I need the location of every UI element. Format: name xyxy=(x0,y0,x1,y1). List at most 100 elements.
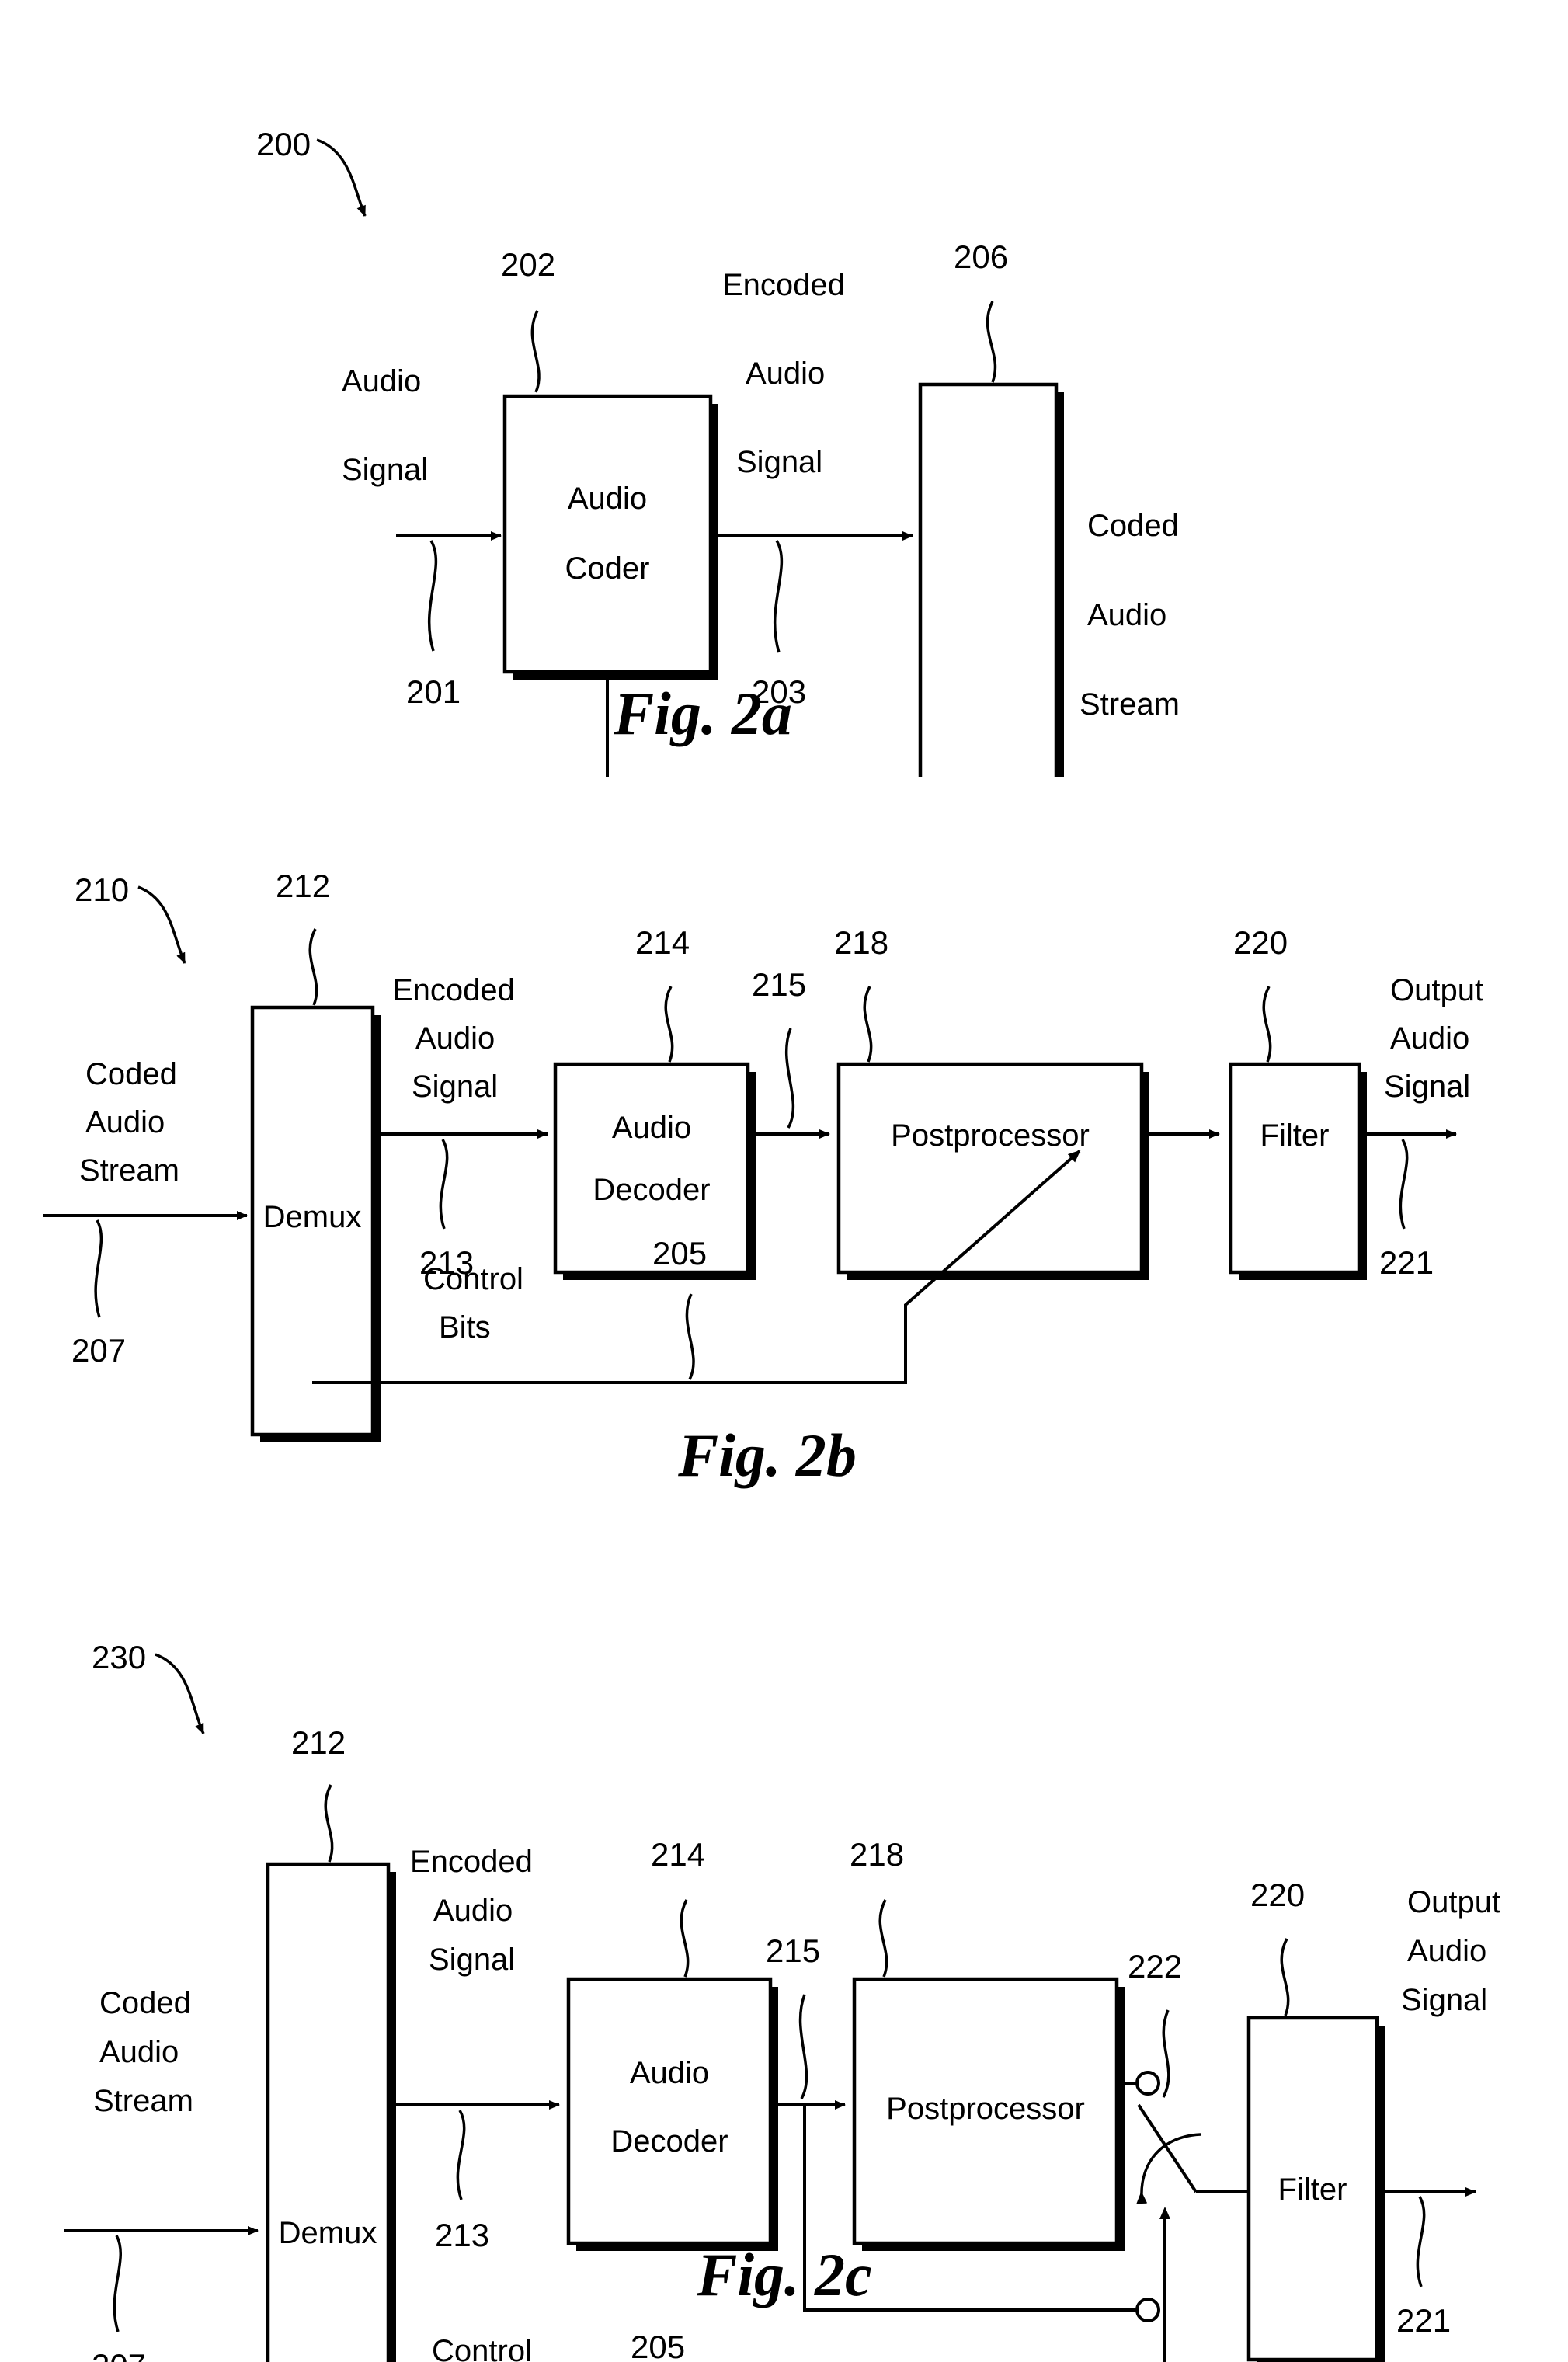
ref-207: 207 xyxy=(92,2347,146,2362)
ref-221-leader xyxy=(1416,2196,1426,2287)
filter-label: Filter xyxy=(1278,2172,1347,2207)
ref-212: 212 xyxy=(291,1724,346,1761)
switch-toggle-arc xyxy=(1136,2133,1201,2204)
ref-220-leader xyxy=(1280,1938,1290,2016)
ref-221: 221 xyxy=(1379,1244,1434,1281)
ref-205: 205 xyxy=(652,1235,707,1271)
ref-201: 201 xyxy=(406,673,461,710)
signal-label-encoded-line2: Audio xyxy=(746,357,825,391)
signal-label-output-line2: Audio xyxy=(1390,1021,1469,1056)
ref-213-leader xyxy=(439,1139,449,1230)
ref-222-leader xyxy=(1162,2009,1170,2098)
ref-212-leader xyxy=(324,1784,334,1863)
ref-215-leader xyxy=(784,1028,795,1129)
postprocessor-box[interactable] xyxy=(836,1062,1144,1275)
mux-label: Mux xyxy=(958,773,1017,777)
signal-label-coded-stream-line2: Audio xyxy=(85,1105,165,1139)
audio-decoder-label-line2: Decoder xyxy=(593,1173,710,1207)
signal-label-encoded-line3: Signal xyxy=(429,1943,515,1977)
ref-220: 220 xyxy=(1233,924,1288,961)
ref-214-leader xyxy=(680,1899,690,1978)
signal-label-output-line2: Audio xyxy=(1407,1934,1486,1968)
ref-218: 218 xyxy=(834,924,888,961)
ref-215: 215 xyxy=(752,966,806,1003)
signal-label-audio-signal-line2: Signal xyxy=(342,453,428,487)
signal-label-coded-stream-line3: Stream xyxy=(79,1153,179,1188)
mux-box[interactable] xyxy=(918,382,1059,777)
ref-210: 210 xyxy=(75,871,129,908)
ref-213-leader xyxy=(456,2110,466,2200)
ref-218-leader xyxy=(878,1899,888,1978)
audio-decoder-label-line2: Decoder xyxy=(610,2124,728,2158)
ref-207-leader xyxy=(94,1219,103,1318)
ref-201-leader xyxy=(427,540,438,652)
ref-202: 202 xyxy=(501,246,555,283)
ref-220: 220 xyxy=(1250,1877,1305,1913)
ref-222: 222 xyxy=(1128,1948,1182,1985)
audio-decoder-box[interactable] xyxy=(566,1977,773,2245)
signal-label-encoded-line2: Audio xyxy=(415,1021,495,1056)
ref-220-leader xyxy=(1262,986,1272,1063)
signal-label-audio-signal-line1: Audio xyxy=(342,364,421,398)
ref-214: 214 xyxy=(651,1836,705,1873)
ref-214-leader xyxy=(664,986,674,1063)
ref-212: 212 xyxy=(276,868,330,904)
ref-206: 206 xyxy=(954,238,1008,275)
audio-coder-box[interactable] xyxy=(502,394,713,674)
signal-label-encoded-line2: Audio xyxy=(433,1894,513,1928)
demux-label: Demux xyxy=(279,2216,377,2250)
signal-label-control-bits-line2: Bits xyxy=(439,1310,491,1344)
ref-213: 213 xyxy=(435,2217,489,2253)
ref-206-leader xyxy=(986,301,997,383)
audio-coder-label-line2: Coder xyxy=(565,551,650,586)
audio-coder-label-line1: Audio xyxy=(568,482,647,516)
signal-label-coded-stream-line1: Coded xyxy=(85,1057,177,1091)
signal-label-encoded-line1: Encoded xyxy=(722,268,845,302)
ref-203: 203 xyxy=(752,673,806,710)
ref-207-leader xyxy=(113,2235,122,2332)
switch-terminal-bypass[interactable] xyxy=(1135,2298,1160,2322)
ref-218-leader xyxy=(863,986,873,1063)
ref-203-leader xyxy=(773,540,784,653)
audio-decoder-label-line1: Audio xyxy=(612,1111,691,1145)
signal-label-coded-stream-line3: Stream xyxy=(93,2084,193,2118)
signal-label-output-line3: Signal xyxy=(1384,1070,1470,1104)
ref-230-leader xyxy=(155,1653,205,1734)
ref-215: 215 xyxy=(766,1932,820,1969)
audio-decoder-box[interactable] xyxy=(553,1062,750,1275)
filter-box[interactable] xyxy=(1229,1062,1361,1275)
signal-label-coded-stream-line1: Coded xyxy=(99,1986,191,2020)
postprocessor-label: Postprocessor xyxy=(891,1118,1090,1153)
ref-200-leader xyxy=(316,138,367,217)
ref-221-leader xyxy=(1399,1139,1409,1230)
filter-label: Filter xyxy=(1260,1118,1330,1153)
audio-decoder-label-line1: Audio xyxy=(630,2056,709,2090)
signal-label-output-line3: Signal xyxy=(1401,1983,1487,2017)
ref-205: 205 xyxy=(631,2329,685,2362)
switch-terminal-processed[interactable] xyxy=(1135,2071,1160,2096)
signal-label-coded-stream-line3: Stream xyxy=(1080,687,1180,722)
ref-207: 207 xyxy=(71,1332,126,1369)
signal-label-control-bits-line1: Control xyxy=(432,2334,532,2362)
ref-230: 230 xyxy=(92,1639,146,1675)
signal-label-output-line1: Output xyxy=(1407,1885,1500,1919)
signal-label-encoded-line1: Encoded xyxy=(392,973,515,1007)
signal-label-coded-stream-line2: Audio xyxy=(1087,598,1166,632)
signal-label-encoded-line3: Signal xyxy=(736,445,822,479)
ref-218: 218 xyxy=(850,1836,904,1873)
ref-202-leader xyxy=(530,310,541,393)
switch-blade[interactable] xyxy=(1137,2103,1198,2193)
figure-2a: 200 Audio Signal 201 Audio Coder 202 Enc… xyxy=(0,0,1568,777)
ref-200: 200 xyxy=(256,126,311,162)
ref-214: 214 xyxy=(635,924,690,961)
signal-label-output-line1: Output xyxy=(1390,973,1483,1007)
figure-2b: 210 Coded Audio Stream 207 Demux 212 Enc… xyxy=(0,792,1568,1577)
demux-label: Demux xyxy=(263,1200,362,1234)
ref-205-leader xyxy=(685,1293,695,1380)
signal-label-coded-stream-line1: Coded xyxy=(1087,509,1179,543)
ref-215-leader xyxy=(798,1994,808,2099)
postprocessor-label: Postprocessor xyxy=(886,2092,1085,2126)
ref-221: 221 xyxy=(1396,2302,1451,2339)
demux-box[interactable] xyxy=(266,1862,391,2362)
ref-210-leader xyxy=(137,885,186,964)
